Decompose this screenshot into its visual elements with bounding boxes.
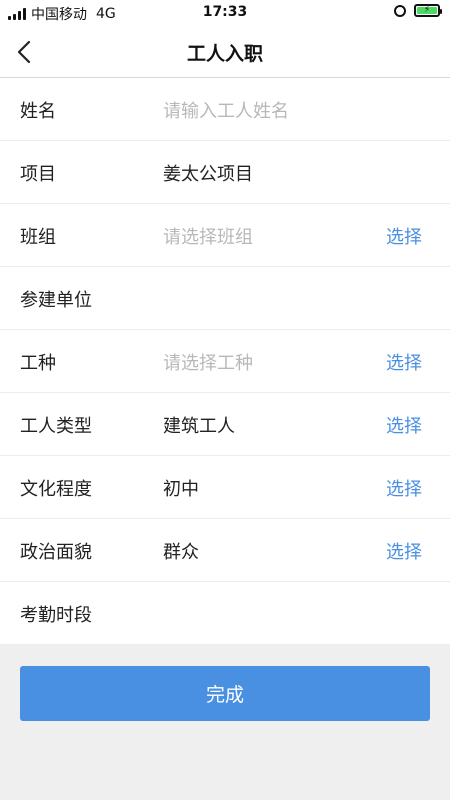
status-time: 17:33 (202, 4, 248, 20)
field-label: 项目 (20, 164, 56, 185)
page-title: 工人入职 (186, 43, 263, 65)
field-value[interactable]: 姜太公项目 (163, 160, 253, 186)
battery-level: ⚡ (417, 5, 437, 15)
field-label: 姓名 (20, 101, 56, 122)
field-label: 参建单位 (20, 290, 92, 311)
field-label: 考勤时段 (20, 605, 92, 626)
form-row-education[interactable]: 文化程度 初中 选择 (0, 456, 450, 519)
field-label: 文化程度 (20, 479, 92, 500)
select-button[interactable]: 选择 (386, 538, 422, 564)
field-placeholder[interactable]: 请选择班组 (163, 223, 253, 249)
name-input[interactable]: 请输入工人姓名 (163, 97, 289, 123)
select-button[interactable]: 选择 (386, 223, 422, 249)
field-label: 班组 (20, 227, 56, 248)
field-label: 政治面貌 (20, 542, 92, 563)
field-value[interactable]: 建筑工人 (163, 412, 235, 438)
done-button[interactable]: 完成 (20, 666, 430, 721)
navigation-bar: 工人入职 (0, 26, 450, 78)
form-row-team[interactable]: 班组 请选择班组 选择 (0, 204, 450, 267)
field-value[interactable]: 初中 (163, 475, 199, 501)
form-row-project[interactable]: 项目 姜太公项目 (0, 141, 450, 204)
form-row-worker-type[interactable]: 工人类型 建筑工人 选择 (0, 393, 450, 456)
select-button[interactable]: 选择 (386, 349, 422, 375)
form-row-name[interactable]: 姓名 请输入工人姓名 (0, 78, 450, 141)
form-row-job-type[interactable]: 工种 请选择工种 选择 (0, 330, 450, 393)
form-row-political-status[interactable]: 政治面貌 群众 选择 (0, 519, 450, 582)
field-placeholder[interactable]: 请选择工种 (163, 349, 253, 375)
battery-icon: ⚡ (414, 4, 442, 17)
form-row-unit[interactable]: 参建单位 (0, 267, 450, 330)
select-button[interactable]: 选择 (386, 475, 422, 501)
onboarding-form: 姓名 请输入工人姓名 项目 姜太公项目 班组 请选择班组 选择 参建单位 工种 请选择工种 选择 工人… (0, 78, 450, 645)
field-label: 工种 (20, 353, 56, 374)
field-value[interactable]: 群众 (163, 538, 199, 564)
status-bar: 中国移动 4G 17:33 ⚡ (0, 0, 450, 26)
alarm-icon (394, 4, 406, 17)
form-row-attendance-period[interactable]: 考勤时段 (0, 582, 450, 645)
status-right: ⚡ (394, 4, 442, 17)
field-label: 工人类型 (20, 416, 92, 437)
select-button[interactable]: 选择 (386, 412, 422, 438)
